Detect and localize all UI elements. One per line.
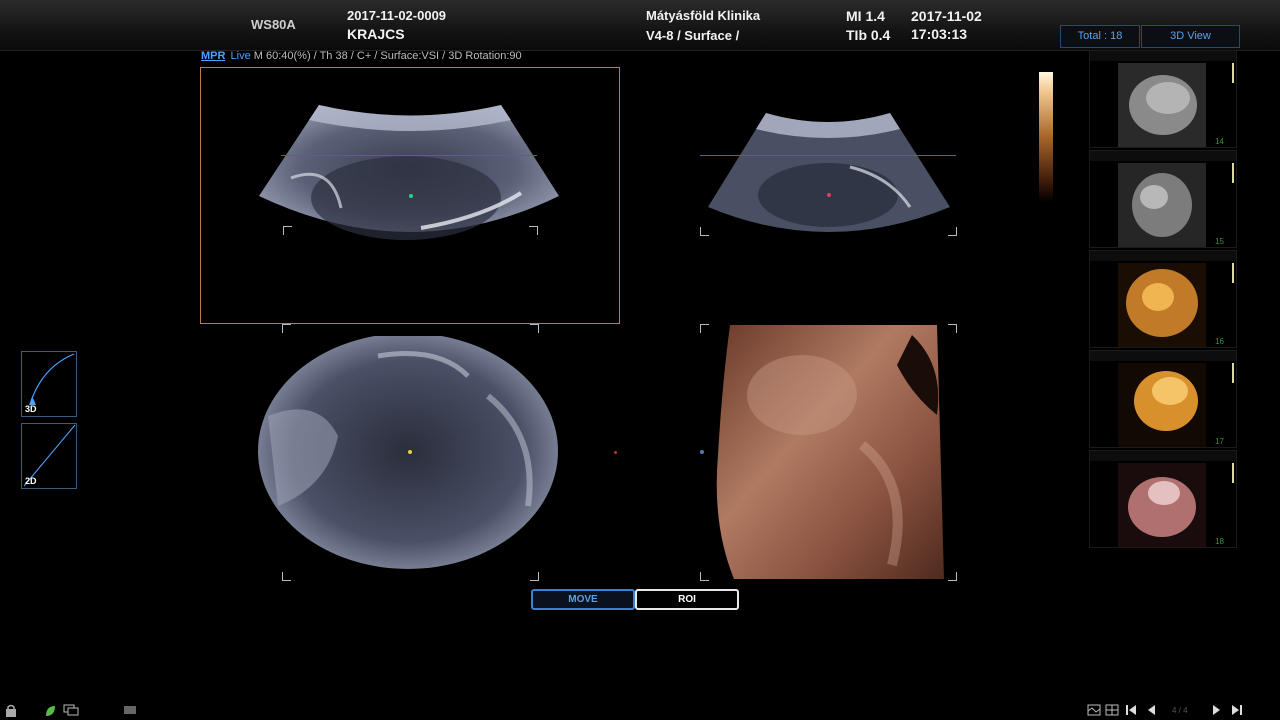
exam-time: 17:03:13: [911, 26, 968, 42]
layout-icon[interactable]: [1087, 704, 1101, 719]
thumbnail-18[interactable]: 18: [1089, 450, 1237, 548]
thumbnail-scrollbar: [1232, 263, 1234, 283]
mpr-tab[interactable]: MPR: [201, 50, 225, 62]
roi-corner: [948, 572, 957, 581]
thumbnail-header: [1090, 51, 1236, 61]
thumbnail-number: 18: [1215, 537, 1224, 546]
live-indicator: Live: [230, 50, 251, 62]
2d-curve-panel[interactable]: 2D: [21, 423, 77, 489]
thumbnail-image: [1118, 263, 1206, 347]
grid-icon[interactable]: [1105, 704, 1119, 719]
roi-corner: [530, 324, 539, 333]
thumbnail-number: 14: [1215, 137, 1224, 146]
plane-b-view[interactable]: [700, 67, 957, 237]
first-page-icon[interactable]: [1125, 704, 1137, 719]
3d-curve-panel[interactable]: 3D: [21, 351, 77, 417]
thumbnail-header: [1090, 151, 1236, 161]
plane-a-view[interactable]: [200, 67, 620, 324]
patient-name: KRAJCS: [347, 26, 405, 42]
roi-corner: [700, 324, 709, 333]
roi-corner: [530, 572, 539, 581]
total-images-button[interactable]: Total : 18: [1060, 25, 1140, 48]
roi-corner: [283, 226, 292, 235]
thumbnail-header: [1090, 451, 1236, 461]
plane-marker: [614, 451, 617, 454]
patient-id: 2017-11-02-0009: [347, 8, 447, 23]
next-page-icon[interactable]: [1212, 704, 1222, 719]
header-bar: WS80A 2017-11-02-0009 KRAJCS Mátyásföld …: [0, 0, 1280, 51]
thumbnail-image: [1118, 163, 1206, 247]
model-name: WS80A: [251, 17, 296, 32]
plane-marker: [700, 450, 704, 454]
thumbnail-strip: 14 15 16 17 18: [1089, 50, 1237, 550]
roi-corner: [282, 572, 291, 581]
thumbnail-scrollbar: [1232, 463, 1234, 483]
roi-button[interactable]: ROI: [635, 589, 739, 610]
3d-render-view[interactable]: [700, 324, 957, 581]
roi-corner: [700, 227, 709, 236]
3d-view-button[interactable]: 3D View: [1141, 25, 1240, 48]
render-params: M 60:40(%) / Th 38 / C+ / Surface:VSI / …: [253, 50, 522, 62]
leaf-icon[interactable]: [44, 704, 56, 720]
roi-corner: [529, 226, 538, 235]
thumbnail-16[interactable]: 16: [1089, 250, 1237, 348]
3d-render-image: [716, 325, 944, 579]
thumbnail-scrollbar: [1232, 63, 1234, 83]
thumbnail-number: 17: [1215, 437, 1224, 446]
thumbnail-14[interactable]: 14: [1089, 50, 1237, 148]
thumbnail-number: 15: [1215, 237, 1224, 246]
tib-value: TIb 0.4: [846, 27, 891, 43]
plane-b-center-marker[interactable]: [827, 193, 831, 197]
plane-c-view[interactable]: [258, 324, 558, 581]
mi-value: MI 1.4: [846, 8, 885, 24]
thumbnail-number: 16: [1215, 337, 1224, 346]
prev-page-icon[interactable]: [1146, 704, 1156, 719]
plane-b-image: [708, 113, 950, 232]
thumbnail-image: [1118, 363, 1206, 447]
roi-corner: [948, 324, 957, 333]
plane-a-center-marker[interactable]: [409, 194, 413, 198]
2d-curve-label: 2D: [25, 476, 37, 486]
last-page-icon[interactable]: [1231, 704, 1243, 719]
page-indicator: 4 / 4: [1172, 706, 1188, 715]
thumbnail-image: [1118, 463, 1206, 547]
exam-date: 2017-11-02: [911, 8, 982, 24]
plane-a-reference-line[interactable]: [281, 155, 537, 156]
thumbnail-scrollbar: [1232, 163, 1234, 183]
clinic-name: Mátyásföld Klinika: [646, 8, 761, 23]
mpr-status-line: MPR Live M 60:40(%) / Th 38 / C+ / Surfa…: [201, 50, 522, 62]
thumbnail-header: [1090, 351, 1236, 361]
plane-c-center-marker[interactable]: [408, 450, 412, 454]
3d-curve-label: 3D: [25, 404, 37, 414]
thumbnail-17[interactable]: 17: [1089, 350, 1237, 448]
plane-b-reference-line[interactable]: [700, 155, 956, 156]
lock-icon[interactable]: [5, 704, 17, 720]
thumbnail-image: [1118, 63, 1206, 147]
thumbnail-scrollbar: [1232, 363, 1234, 383]
monitor-icon[interactable]: [63, 704, 79, 719]
move-button[interactable]: MOVE: [531, 589, 635, 610]
plane-c-image: [258, 336, 558, 569]
roi-corner: [282, 324, 291, 333]
color-map-bar: [1039, 72, 1053, 202]
roi-corner: [700, 572, 709, 581]
keyboard-icon[interactable]: [123, 704, 137, 718]
thumbnail-15[interactable]: 15: [1089, 150, 1237, 248]
thumbnail-header: [1090, 251, 1236, 261]
probe-info: V4-8 / Surface /: [646, 28, 740, 43]
roi-corner: [948, 227, 957, 236]
